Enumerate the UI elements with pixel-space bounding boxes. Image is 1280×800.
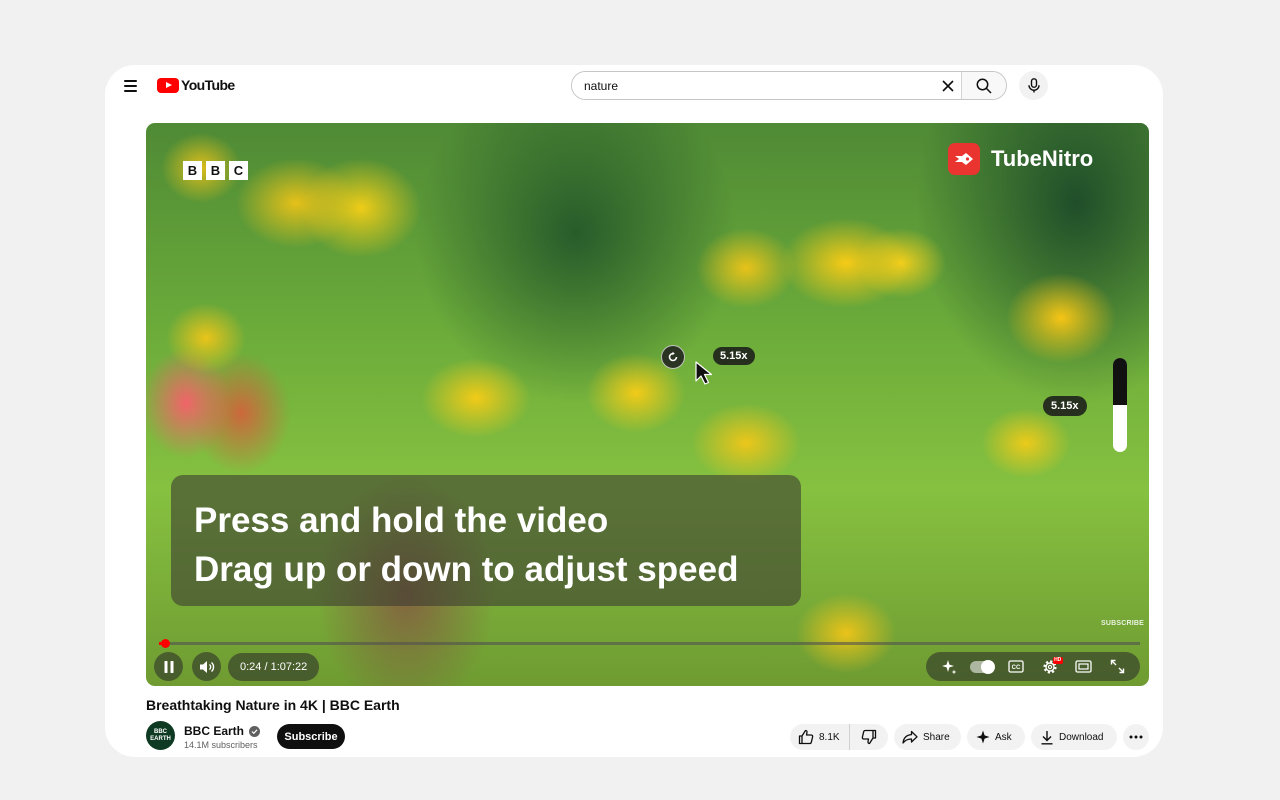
menu-icon-bar xyxy=(124,90,137,92)
share-icon xyxy=(902,730,918,744)
instruction-line-1: Press and hold the video xyxy=(194,501,609,540)
subscriber-count: 14.1M subscribers xyxy=(184,740,258,750)
search-button[interactable] xyxy=(961,72,1006,99)
pause-icon xyxy=(164,660,173,673)
download-button[interactable]: Download xyxy=(1031,724,1117,750)
like-count: 8.1K xyxy=(819,731,840,743)
menu-icon xyxy=(124,80,137,82)
sparkle-icon xyxy=(941,659,957,674)
theater-mode-button[interactable] xyxy=(1071,655,1095,679)
ask-button[interactable]: Ask xyxy=(967,724,1025,750)
progress-scrubber[interactable] xyxy=(160,639,170,648)
autoplay-toggle[interactable] xyxy=(970,655,996,679)
dislike-button[interactable] xyxy=(850,729,888,745)
mouse-cursor-icon xyxy=(695,361,713,385)
cursor-speed-badge: 5.15x xyxy=(713,347,755,365)
share-label: Share xyxy=(923,731,950,743)
voice-search-button[interactable] xyxy=(1019,71,1048,100)
share-button[interactable]: Share xyxy=(894,724,961,750)
clear-search-button[interactable] xyxy=(935,72,961,99)
video-player[interactable]: B B C TubeNitro 5.15x 5.15x Press and ho… xyxy=(146,123,1149,686)
search-bar xyxy=(571,71,1007,100)
svg-text:CC: CC xyxy=(1012,665,1021,671)
captions-button[interactable]: CC xyxy=(1004,655,1028,679)
tubenitro-rocket-icon xyxy=(948,143,980,175)
like-button[interactable]: 8.1K xyxy=(790,724,850,750)
bbc-logo-letter: B xyxy=(183,161,202,180)
speed-slider[interactable] xyxy=(1113,358,1127,452)
autoplay-switch xyxy=(970,659,996,674)
mic-icon xyxy=(1027,78,1040,93)
menu-icon-bar xyxy=(124,85,137,87)
youtube-logo-text: YouTube xyxy=(181,77,235,93)
verified-icon xyxy=(249,725,261,737)
sparkle-icon xyxy=(976,730,990,744)
channel-name-row: BBC Earth xyxy=(184,724,261,738)
channel-avatar[interactable]: BBC EARTH xyxy=(146,721,175,750)
channel-name[interactable]: BBC Earth xyxy=(184,724,244,738)
search-icon xyxy=(976,78,992,94)
youtube-play-icon xyxy=(157,77,179,93)
channel-avatar-text: EARTH xyxy=(150,735,171,742)
channel-avatar-text: BBC xyxy=(154,728,167,735)
time-display: 0:24 / 1:07:22 xyxy=(228,653,320,681)
volume-icon xyxy=(199,660,214,673)
fullscreen-button[interactable] xyxy=(1105,655,1129,679)
video-title: Breathtaking Nature in 4K | BBC Earth xyxy=(146,697,400,713)
ai-features-button[interactable] xyxy=(937,655,961,679)
bbc-logo-letter: B xyxy=(206,161,225,180)
menu-button[interactable] xyxy=(121,75,141,95)
tubenitro-logo: TubeNitro xyxy=(948,143,1093,175)
subscribe-watermark[interactable]: SUBSCRIBE xyxy=(1101,620,1144,627)
fullscreen-icon xyxy=(1110,659,1124,674)
captions-icon: CC xyxy=(1008,660,1024,673)
tubenitro-brand: TubeNitro xyxy=(991,146,1094,171)
bbc-logo-letter: C xyxy=(229,161,248,180)
hd-badge: HD xyxy=(1052,656,1063,664)
thumbs-down-icon xyxy=(861,729,877,745)
like-dislike-group: 8.1K xyxy=(790,724,888,750)
theater-icon xyxy=(1075,660,1092,673)
progress-bar[interactable] xyxy=(159,639,1140,648)
instruction-line-2: Drag up or down to adjust speed xyxy=(194,550,739,589)
thumbs-up-icon xyxy=(798,729,814,745)
download-label: Download xyxy=(1059,731,1104,743)
slider-speed-badge: 5.15x xyxy=(1043,396,1087,416)
youtube-logo[interactable]: YouTube xyxy=(157,76,235,94)
settings-button[interactable]: HD xyxy=(1038,655,1063,679)
subscribe-button[interactable]: Subscribe xyxy=(277,724,345,749)
close-icon xyxy=(942,79,954,92)
player-right-controls: CC HD xyxy=(926,652,1140,681)
ask-label: Ask xyxy=(995,731,1012,743)
instruction-overlay: Press and hold the video Drag up or down… xyxy=(171,475,801,606)
more-icon xyxy=(1129,735,1143,739)
speed-slider-fill xyxy=(1113,358,1127,405)
bbc-channel-logo: B B C xyxy=(183,161,248,180)
volume-button[interactable] xyxy=(192,652,221,681)
download-icon xyxy=(1041,730,1053,744)
hold-reset-icon xyxy=(661,345,685,369)
youtube-window: YouTube B B C TubeNitro 5.15x 5.1 xyxy=(105,65,1163,757)
search-input[interactable] xyxy=(572,72,935,99)
more-actions-button[interactable] xyxy=(1123,724,1149,750)
pause-button[interactable] xyxy=(154,652,183,681)
